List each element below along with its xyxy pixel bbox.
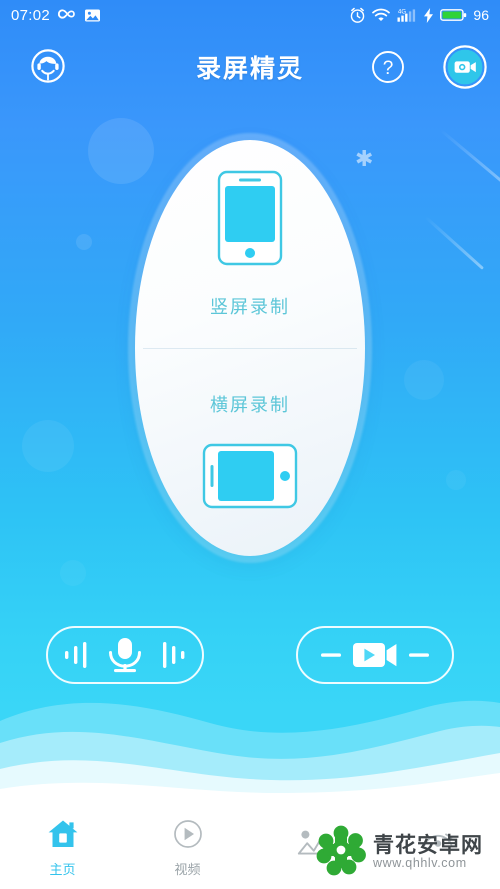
image-icon [84, 8, 101, 23]
svg-text:?: ? [383, 58, 394, 79]
portrait-record-option[interactable]: 竖屏录制 [135, 140, 365, 348]
wave-decoration [0, 700, 500, 809]
record-button[interactable] [443, 45, 487, 89]
phone-portrait-icon [217, 170, 283, 271]
bg-bubble [446, 470, 466, 490]
phone-landscape-icon [202, 443, 298, 514]
portrait-record-label: 竖屏录制 [210, 296, 290, 317]
battery-percent: 96 [473, 7, 489, 23]
alarm-icon [349, 7, 366, 24]
infinity-icon [57, 8, 77, 22]
nav-item-home[interactable]: 主页 [0, 807, 125, 889]
nav-item-settings[interactable] [375, 807, 500, 889]
app-screen: ✱ 07:02 4G 96 录屏精灵 ? 竖屏录制 横屏录制 主页 视频 青花安… [0, 0, 500, 889]
home-icon [47, 819, 79, 854]
nav-label-home: 主页 [49, 861, 76, 877]
status-time: 07:02 [11, 6, 51, 24]
bg-shooting-star [423, 215, 484, 270]
status-bar-right: 4G 96 [349, 7, 489, 24]
app-header: 录屏精灵 ? [0, 34, 500, 100]
nav-item-video[interactable]: 视频 [125, 807, 250, 889]
battery-icon [440, 8, 467, 22]
svg-text:4G: 4G [398, 9, 406, 15]
landscape-record-option[interactable]: 横屏录制 [135, 348, 365, 556]
bottom-navigation: 主页 视频 [0, 807, 500, 889]
status-bar-left: 07:02 [11, 7, 101, 24]
settings-icon [422, 829, 454, 862]
help-question-icon[interactable]: ? [370, 49, 406, 85]
nav-item-gallery[interactable] [250, 807, 375, 889]
image-mountain-icon [297, 829, 329, 862]
bg-bubble [404, 360, 444, 400]
record-mode-capsule: 竖屏录制 横屏录制 [135, 140, 365, 556]
nav-label-video: 视频 [174, 861, 201, 877]
play-circle-icon [173, 819, 203, 854]
charging-bolt-icon [424, 7, 434, 23]
bg-bubble [60, 560, 86, 586]
landscape-record-label: 横屏录制 [210, 394, 290, 415]
page-title: 录屏精灵 [195, 55, 304, 83]
bg-bubble [22, 420, 74, 472]
wifi-icon [372, 8, 391, 22]
status-bar: 07:02 4G 96 [0, 0, 500, 30]
signal-4g-icon: 4G [396, 7, 418, 23]
bg-shooting-star [439, 128, 500, 190]
bg-bubble [76, 234, 92, 250]
